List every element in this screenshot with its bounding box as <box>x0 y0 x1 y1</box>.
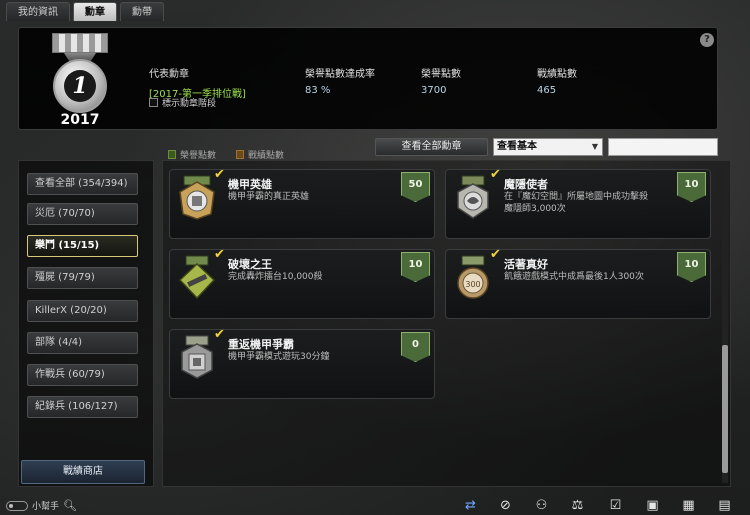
svg-text:300: 300 <box>465 280 480 289</box>
honor-rate-value: 83 % <box>305 85 331 96</box>
rep-medal-label: 代表勳章 <box>149 69 189 80</box>
medal-desc: 機甲爭霸模式遊玩30分鐘 <box>228 352 330 362</box>
medal-desc: 飢餓遊戲模式中成爲最後1人300次 <box>504 272 644 282</box>
category-combat-soldier[interactable]: 作戰兵 (60/79) <box>27 364 138 386</box>
category-all[interactable]: 查看全部 (354/394) <box>27 173 138 195</box>
medal-title: 魔隱使者 <box>504 178 548 191</box>
film-icon[interactable]: ▤ <box>716 498 733 513</box>
category-clan[interactable]: 部隊 (4/4) <box>27 332 138 354</box>
medal-card[interactable]: ✔ 破壞之王 完成轟炸擂台10,000殺 10 <box>169 247 435 319</box>
honor-points-badge: 10 <box>677 252 706 282</box>
show-rank-option[interactable]: 標示勳章階段 <box>149 96 216 109</box>
medal-title: 機甲英雄 <box>228 178 272 191</box>
medal-title: 重返機甲爭霸 <box>228 338 294 351</box>
show-rank-label: 標示勳章階段 <box>162 99 217 109</box>
honor-points-badge: 10 <box>401 252 430 282</box>
helper-label: 小幫手 <box>32 502 60 512</box>
battle-swatch-icon <box>236 150 244 159</box>
medal-desc: 機甲爭霸的真正英雄 <box>228 192 310 202</box>
honor-points-label: 榮譽點數 <box>421 69 461 80</box>
medal-card[interactable]: 300 ✔ 活著真好 飢餓遊戲模式中成爲最後1人300次 10 <box>445 247 711 319</box>
honor-points-badge: 10 <box>677 172 706 202</box>
category-disaster[interactable]: 災厄 (70/70) <box>27 203 138 225</box>
medal-disc: 1 <box>53 59 107 113</box>
medal-summary-panel: 1 2017 代表勳章 [2017-第一季排位戰] 榮譽點數達成率 83 % 榮… <box>18 27 718 130</box>
scrollbar-thumb[interactable] <box>722 345 728 473</box>
medal-desc: 在『魔幻空間』所屬地圖中成功擊殺魔隱師3,000次 <box>504 192 649 214</box>
medal-desc: 完成轟炸擂台10,000殺 <box>228 272 323 282</box>
checklist-icon[interactable]: ☑ <box>607 498 624 513</box>
battle-shop-button[interactable]: 戰績商店 <box>21 460 145 484</box>
chevron-down-icon: ▼ <box>591 142 598 151</box>
search-input[interactable] <box>608 138 718 156</box>
medal-grid: ✔ 機甲英雄 機甲爭霸的真正英雄 50 ✔ 魔隱使者 在『魔幻空間』所屬地圖中成… <box>162 160 731 487</box>
category-sidebar: 查看全部 (354/394) 災厄 (70/70) 樂鬥 (15/15) 殭屍 … <box>18 160 154 487</box>
battle-points-label: 戰績點數 <box>537 69 577 80</box>
category-fight[interactable]: 樂鬥 (15/15) <box>27 235 138 257</box>
medal-year: 2017 <box>60 112 100 128</box>
medal-card[interactable]: ✔ 魔隱使者 在『魔幻空間』所屬地圖中成功擊殺魔隱師3,000次 10 <box>445 167 711 239</box>
representative-medal-icon: 1 2017 <box>49 33 111 129</box>
completed-check-icon: ✔ <box>214 167 225 182</box>
completed-check-icon: ✔ <box>490 247 501 262</box>
honor-rate-label: 榮譽點數達成率 <box>305 69 375 80</box>
honor-points-badge: 0 <box>401 332 430 362</box>
tab-ribbons[interactable]: 勳帶 <box>120 2 164 21</box>
tab-bar: 我的資訊 勳章 勳帶 <box>6 2 164 21</box>
honor-points-stat: 榮譽點數 3700 <box>421 65 461 96</box>
view-mode-value: 查看基本 <box>497 141 537 152</box>
run-icon[interactable]: ⚇ <box>533 498 550 513</box>
medal-number: 1 <box>64 70 96 102</box>
category-record-soldier[interactable]: 紀錄兵 (106/127) <box>27 396 138 418</box>
category-killerx[interactable]: KillerX (20/20) <box>27 300 138 322</box>
completed-check-icon: ✔ <box>490 167 501 182</box>
honor-points-badge: 50 <box>401 172 430 202</box>
medal-title: 活著真好 <box>504 258 548 271</box>
refresh-icon[interactable]: ⇄ <box>462 498 479 513</box>
show-rank-checkbox[interactable] <box>149 98 158 107</box>
medal-ribbon <box>52 33 108 53</box>
toggle-icon[interactable] <box>6 500 28 511</box>
search-icon[interactable]: 🔍︎ <box>63 499 77 512</box>
scale-icon[interactable]: ⚖ <box>569 498 586 513</box>
calendar-icon[interactable]: ▦ <box>680 498 697 513</box>
battle-points-stat: 戰績點數 465 <box>537 65 577 96</box>
rep-medal-stat: 代表勳章 [2017-第一季排位戰] <box>149 65 246 100</box>
tab-my-info[interactable]: 我的資訊 <box>6 2 70 21</box>
help-icon[interactable]: ? <box>700 33 714 47</box>
medal-card[interactable]: ✔ 機甲英雄 機甲爭霸的真正英雄 50 <box>169 167 435 239</box>
helper-toggle[interactable]: 小幫手 🔍︎ <box>6 499 77 512</box>
medal-title: 破壞之王 <box>228 258 272 271</box>
footer-bar: 小幫手 🔍︎ ⇄ ⊘ ⚇ ⚖ ☑ ▣ ▦ ▤ <box>0 497 750 515</box>
view-mode-select[interactable]: 查看基本 ▼ <box>493 138 603 156</box>
view-all-medals-button[interactable]: 查看全部勳章 <box>375 138 488 156</box>
tab-medals[interactable]: 勳章 <box>73 2 117 21</box>
honor-swatch-icon <box>168 150 176 159</box>
completed-check-icon: ✔ <box>214 247 225 262</box>
honor-rate-stat: 榮譽點數達成率 83 % <box>305 65 375 96</box>
bookmark-icon[interactable]: ▣ <box>644 498 661 513</box>
category-zombie[interactable]: 殭屍 (79/79) <box>27 267 138 289</box>
compass-icon[interactable]: ⊘ <box>497 498 514 513</box>
completed-check-icon: ✔ <box>214 327 225 342</box>
honor-points-value: 3700 <box>421 85 447 96</box>
medal-card[interactable]: ✔ 重返機甲爭霸 機甲爭霸模式遊玩30分鐘 0 <box>169 327 435 399</box>
battle-points-value: 465 <box>537 85 557 96</box>
